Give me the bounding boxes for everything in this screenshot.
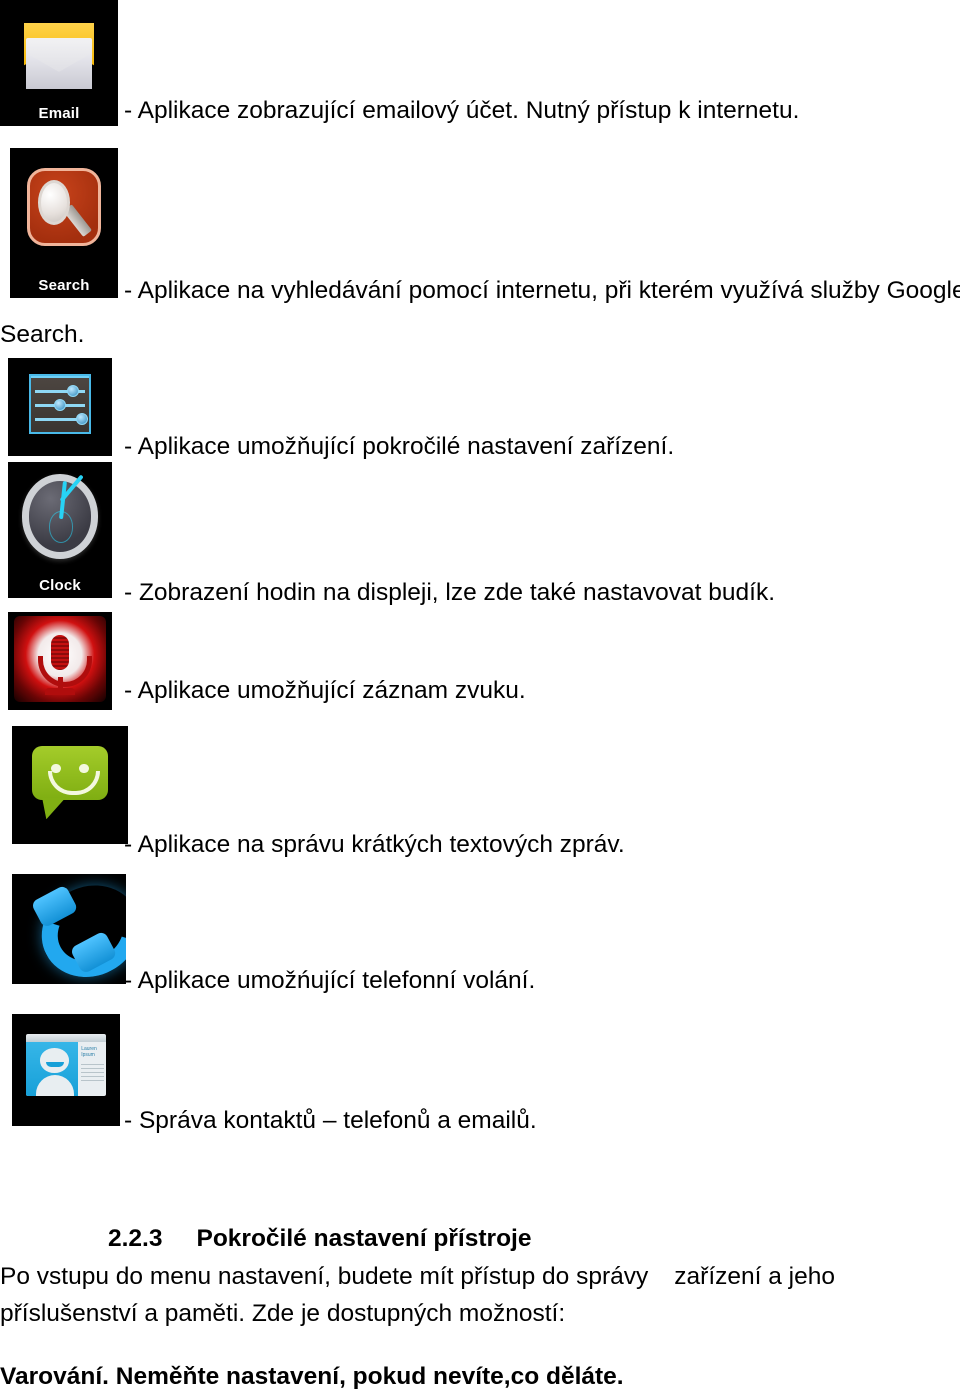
email-icon: @ Email	[0, 0, 118, 126]
section-heading: 2.2.3 Pokročilé nastavení přístroje	[108, 1225, 531, 1253]
contacts-description: - Správa kontaktů – telefonů a emailů.	[124, 1107, 537, 1134]
settings-sliders-icon	[8, 358, 112, 456]
phone-description: - Aplikace umožńující telefonní volání.	[124, 967, 536, 994]
clock-icon: Clock	[8, 462, 112, 598]
contact-card-lines	[81, 1063, 104, 1084]
search-description-continuation: Search.	[0, 321, 85, 348]
messaging-bubble-icon	[12, 726, 128, 844]
paragraph-line-1-part-b: zařízení a jeho	[674, 1263, 835, 1290]
contacts-card-icon-glyph: Lauren Ipsum	[12, 1014, 120, 1126]
phone-handset-icon-glyph	[12, 874, 126, 984]
search-icon: Search	[10, 148, 118, 298]
microphone-recorder-icon	[8, 612, 112, 710]
contact-card-name: Lauren Ipsum	[81, 1046, 97, 1059]
phone-handset-icon	[12, 874, 126, 984]
messaging-bubble-icon-glyph	[12, 726, 128, 844]
section-title: Pokročilé nastavení přístroje	[196, 1225, 532, 1252]
microphone-recorder-icon-glyph	[8, 612, 112, 710]
document-page: @ Email - Aplikace zobrazující emailový …	[0, 0, 960, 1399]
contacts-card-icon: Lauren Ipsum	[12, 1014, 120, 1126]
search-description: - Aplikace na vyhledávání pomocí interne…	[124, 277, 960, 304]
section-paragraph-line-1: Po vstupu do menu nastavení, budete mít …	[0, 1262, 835, 1292]
clock-icon-label: Clock	[39, 577, 81, 594]
email-icon-label: Email	[38, 105, 80, 122]
settings-description: - Aplikace umožňující pokročilé nastaven…	[124, 433, 675, 460]
warning-text: Varování. Neměňte nastavení, pokud nevít…	[0, 1363, 624, 1390]
paragraph-line-1-part-a: Po vstupu do menu nastavení, budete mít …	[0, 1263, 649, 1290]
email-description: - Aplikace zobrazující emailový účet. Nu…	[124, 97, 800, 124]
search-icon-glyph	[10, 148, 118, 298]
recorder-description: - Aplikace umožňující záznam zvuku.	[124, 677, 526, 704]
settings-sliders-icon-glyph	[8, 358, 112, 456]
messaging-description: - Aplikace na správu krátkých textových …	[124, 831, 625, 858]
search-icon-label: Search	[38, 277, 90, 294]
section-number: 2.2.3	[108, 1225, 163, 1252]
section-paragraph-line-2: příslušenství a paměti. Zde je dostupnýc…	[0, 1300, 566, 1327]
clock-description: - Zobrazení hodin na displeji, lze zde t…	[124, 579, 775, 606]
